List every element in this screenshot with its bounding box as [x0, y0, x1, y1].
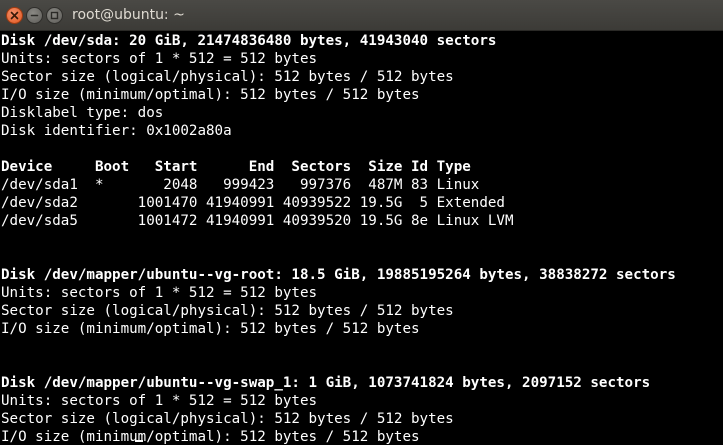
terminal-line: Sector size (logical/physical): 512 byte… — [1, 69, 454, 85]
terminal-line: Disk identifier: 0x1002a80a — [1, 123, 232, 139]
terminal-line: Sector size (logical/physical): 512 byte… — [1, 411, 454, 427]
title-bar[interactable]: root@ubuntu: ~ — [0, 0, 723, 31]
terminal-line: /dev/sda5 1001472 41940991 40939520 19.5… — [1, 213, 514, 229]
terminal-line: I/O size (minimum/optimal): 512 bytes / … — [1, 87, 420, 103]
terminal-line: Units: sectors of 1 * 512 = 512 bytes — [1, 51, 318, 67]
window-controls — [6, 6, 63, 24]
terminal-output[interactable]: Disk /dev/sda: 20 GiB, 21474836480 bytes… — [0, 31, 723, 445]
minimize-button[interactable] — [26, 6, 43, 24]
terminal-line: Device Boot Start End Sectors Size Id Ty… — [1, 159, 471, 175]
terminal-line: Disk /dev/mapper/ubuntu--vg-swap_1: 1 Gi… — [1, 375, 651, 391]
terminal-line: Units: sectors of 1 * 512 = 512 bytes — [1, 285, 318, 301]
terminal-line: Units: sectors of 1 * 512 = 512 bytes — [1, 393, 318, 409]
terminal-line: Disk /dev/mapper/ubuntu--vg-root: 18.5 G… — [1, 267, 676, 283]
close-button[interactable] — [6, 6, 23, 24]
terminal-window: root@ubuntu: ~ Disk /dev/sda: 20 GiB, 21… — [0, 0, 723, 445]
terminal-line: I/O size (minimum/optimal): 512 bytes / … — [1, 321, 420, 337]
terminal-line: /dev/sda2 1001470 41940991 40939522 19.5… — [1, 195, 505, 211]
terminal-line: Disklabel type: dos — [1, 105, 164, 121]
minimize-icon — [30, 14, 39, 16]
maximize-icon — [50, 11, 59, 19]
terminal-line: /dev/sda1 * 2048 999423 997376 487M 83 L… — [1, 177, 480, 193]
close-icon — [10, 11, 19, 19]
window-title: root@ubuntu: ~ — [72, 7, 185, 23]
terminal-line: I/O size (minimum/optimal): 512 bytes / … — [1, 429, 420, 445]
mouse-cursor-indicator — [135, 440, 143, 442]
terminal-line: Sector size (logical/physical): 512 byte… — [1, 303, 454, 319]
maximize-button[interactable] — [46, 6, 63, 24]
terminal-line: Disk /dev/sda: 20 GiB, 21474836480 bytes… — [1, 33, 497, 49]
